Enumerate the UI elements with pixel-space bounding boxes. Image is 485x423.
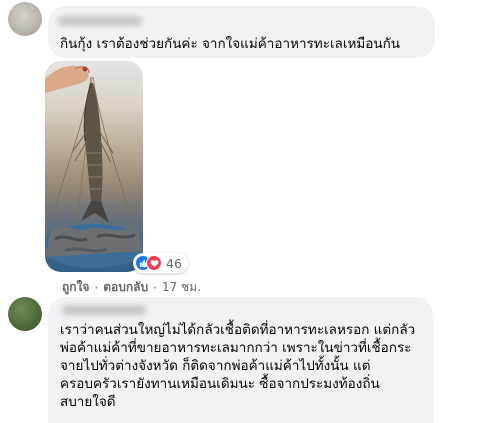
comment-text: เราว่าคนส่วนใหญ่ไม่ได้กลัวเชื้อติดที่อาห… xyxy=(60,322,416,410)
reaction-summary[interactable]: 46 xyxy=(133,253,188,273)
reply-button[interactable]: ตอบกลับ xyxy=(103,278,148,297)
reaction-count: 46 xyxy=(166,255,182,271)
like-button[interactable]: ถูกใจ xyxy=(62,278,89,297)
comment-actions: ถูกใจ · ตอบกลับ · 17 ชม. xyxy=(62,278,201,297)
commenter-name-redacted[interactable] xyxy=(62,305,146,315)
comment-text: กินกุ้ง เราต้องช่วยกันค่ะ จากใจแม่ค้าอาห… xyxy=(60,36,400,52)
separator-dot: · xyxy=(94,280,99,295)
commenter-name-redacted[interactable] xyxy=(58,16,142,26)
love-icon xyxy=(146,255,162,271)
commenter-avatar[interactable] xyxy=(8,297,42,331)
comment-bubble: เราว่าคนส่วนใหญ่ไม่ได้กลัวเชื้อติดที่อาห… xyxy=(48,297,433,423)
commenter-avatar[interactable] xyxy=(8,2,42,36)
separator-dot: · xyxy=(153,280,157,295)
comment-photo[interactable] xyxy=(45,61,143,272)
comment-bubble: กินกุ้ง เราต้องช่วยกันค่ะ จากใจแม่ค้าอาห… xyxy=(48,6,435,58)
shrimp-photo xyxy=(45,65,143,268)
comment-timestamp[interactable]: 17 ชม. xyxy=(162,278,201,297)
